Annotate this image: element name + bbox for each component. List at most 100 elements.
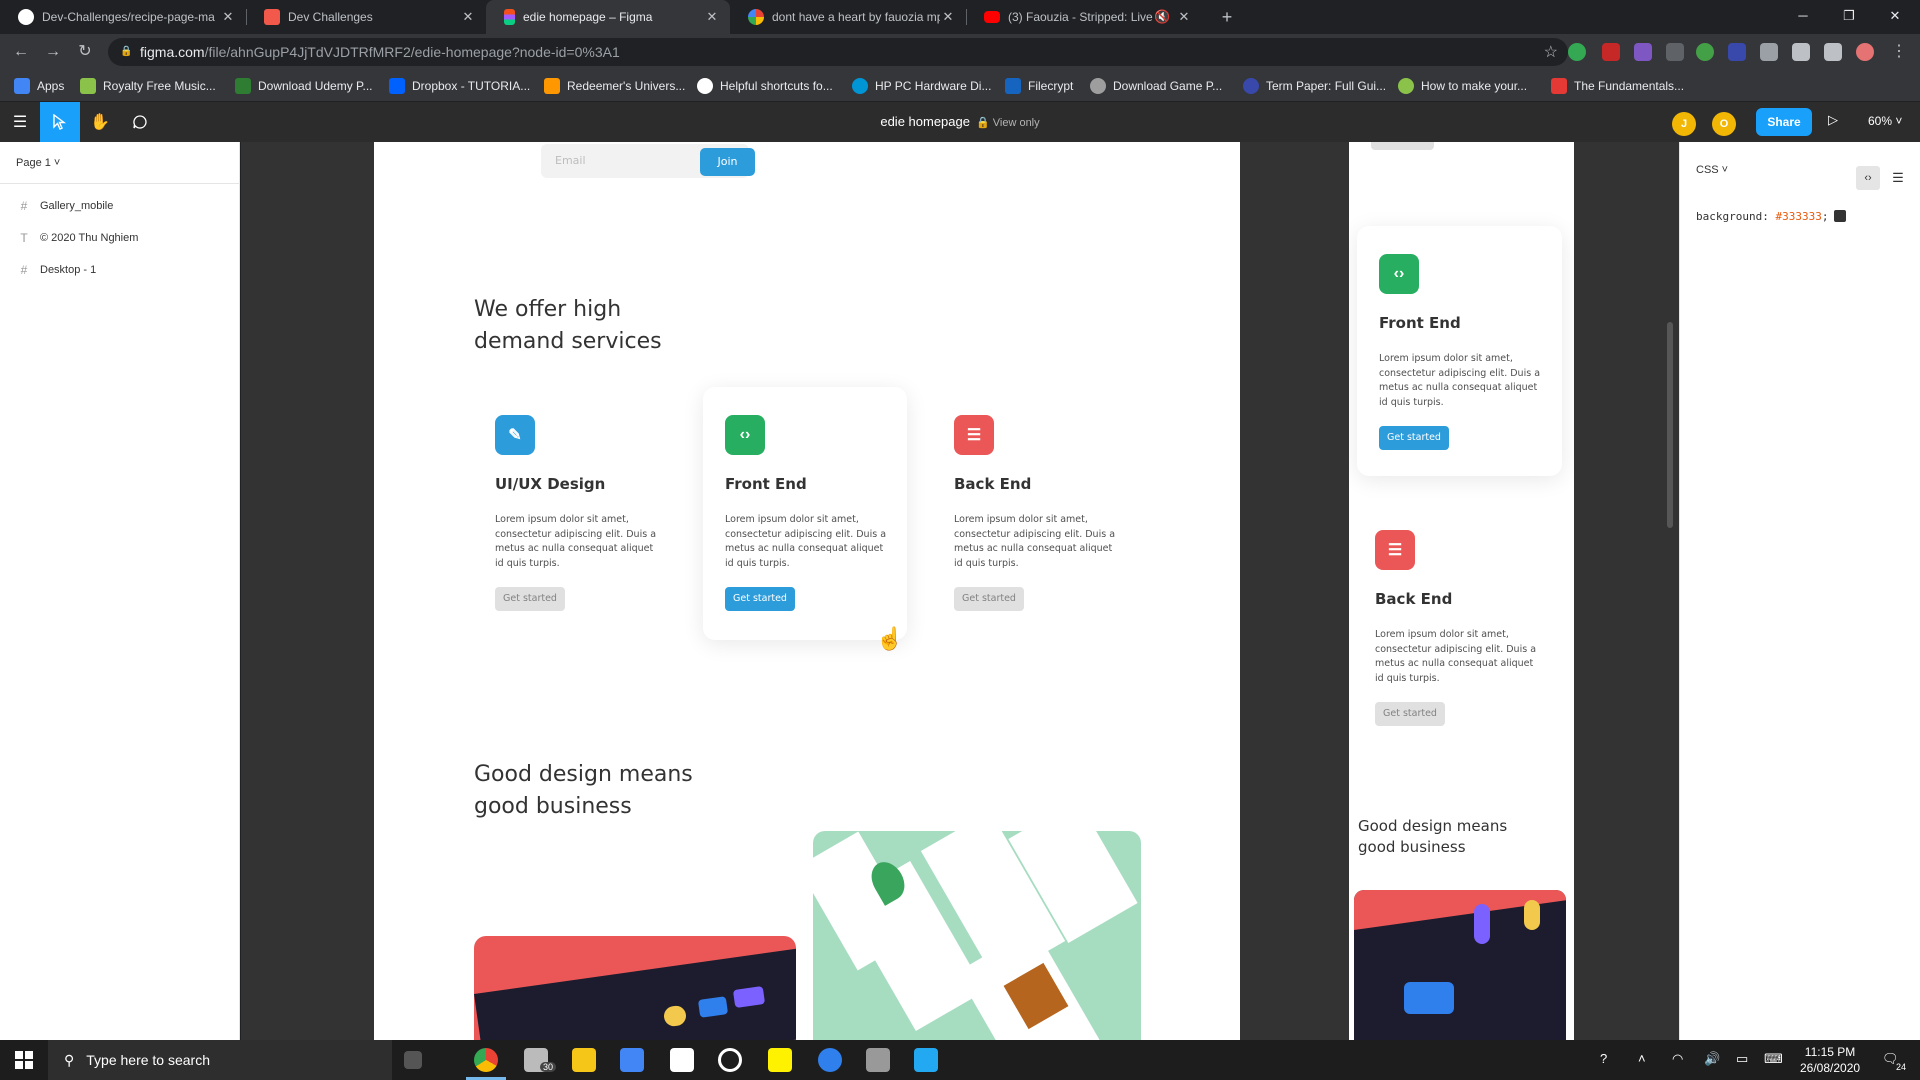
puzzle-icon[interactable] xyxy=(1792,43,1810,61)
avatar[interactable]: J xyxy=(1672,112,1696,136)
vscode-icon[interactable] xyxy=(914,1048,938,1072)
browser-tab-strip: Dev-Challenges/recipe-page-ma ✕ Dev Chal… xyxy=(0,0,1920,34)
file-explorer-icon[interactable] xyxy=(572,1048,596,1072)
mute-icon[interactable]: 🔇 xyxy=(1154,9,1170,25)
avatar[interactable]: O xyxy=(1712,112,1736,136)
network-icon[interactable]: ◠ xyxy=(1672,1051,1683,1067)
css-dropdown[interactable]: CSS ˅ xyxy=(1680,142,1920,184)
taskbar-search[interactable]: ⚲ Type here to search xyxy=(48,1040,392,1080)
extension-icon[interactable] xyxy=(1728,43,1746,61)
get-started-button[interactable]: Get started xyxy=(1371,142,1435,150)
keyboard-icon[interactable]: ⌨ xyxy=(1764,1051,1783,1067)
tab-3[interactable]: dont have a heart by fauozia mp ✕ xyxy=(730,0,966,34)
bookmark-apps[interactable]: Apps xyxy=(14,70,64,102)
get-started-button[interactable]: Get started xyxy=(1375,702,1445,726)
close-icon[interactable]: ✕ xyxy=(220,9,236,25)
close-icon[interactable]: ✕ xyxy=(940,9,956,25)
join-button[interactable]: Join xyxy=(700,148,755,176)
bookmark-item[interactable]: Redeemer's Univers... xyxy=(544,70,685,102)
extension-icon[interactable] xyxy=(1666,43,1684,61)
get-started-button[interactable]: Get started xyxy=(725,587,795,611)
app-icon[interactable] xyxy=(718,1048,742,1072)
share-button[interactable]: Share xyxy=(1756,108,1812,136)
hp-icon xyxy=(852,78,868,94)
bookmark-label: Apps xyxy=(37,79,65,93)
tab-2[interactable]: edie homepage – Figma ✕ xyxy=(486,0,730,34)
close-window-button[interactable]: ✕ xyxy=(1872,0,1918,34)
email-input[interactable]: Email Join xyxy=(541,144,755,178)
chevron-up-icon[interactable]: ˄ xyxy=(1638,1051,1646,1066)
new-tab-button[interactable]: + xyxy=(1216,6,1238,28)
code-view-icon[interactable]: ‹› xyxy=(1856,166,1880,190)
volume-icon[interactable]: 🔊 xyxy=(1704,1051,1720,1067)
extension-icon[interactable] xyxy=(1760,43,1778,61)
reload-button[interactable]: ↻ xyxy=(74,41,96,63)
close-icon[interactable]: ✕ xyxy=(704,9,720,25)
list-view-icon[interactable]: ☰ xyxy=(1890,166,1906,190)
tab-1[interactable]: Dev Challenges ✕ xyxy=(246,0,486,34)
battery-icon[interactable]: ▭ xyxy=(1736,1051,1748,1067)
bookmark-item[interactable]: The Fundamentals... xyxy=(1551,70,1684,102)
extension-icon[interactable] xyxy=(1634,43,1652,61)
present-icon[interactable]: ▷ xyxy=(1828,112,1838,128)
url-host: figma.com xyxy=(140,44,205,60)
get-started-button[interactable]: Get started xyxy=(1379,426,1449,450)
tab-4[interactable]: (3) Faouzia - Stripped: Live In 🔇 ✕ xyxy=(966,0,1202,34)
main-menu-icon[interactable]: ☰ xyxy=(0,102,40,142)
url-path: /file/ahnGupP4JjTdVJDTRfMRF2/edie-homepa… xyxy=(204,44,620,60)
bookmark-item[interactable]: Royalty Free Music... xyxy=(80,70,216,102)
system-clock[interactable]: 11:15 PM 26/08/2020 xyxy=(1800,1044,1860,1076)
back-button[interactable]: ← xyxy=(10,41,32,63)
devchallenges-icon xyxy=(264,9,280,25)
close-icon[interactable]: ✕ xyxy=(1176,9,1192,25)
bookmark-item[interactable]: Term Paper: Full Gui... xyxy=(1243,70,1386,102)
sticky-notes-icon[interactable] xyxy=(768,1048,792,1072)
bookmark-item[interactable]: Filecrypt xyxy=(1005,70,1073,102)
extension-icon[interactable] xyxy=(1602,43,1620,61)
bookmark-item[interactable]: Dropbox - TUTORIA... xyxy=(389,70,530,102)
layer-copyright[interactable]: T © 2020 Thu Nghiem xyxy=(0,222,239,254)
forward-button[interactable]: → xyxy=(42,41,64,63)
profile-avatar[interactable] xyxy=(1856,43,1874,61)
bookmark-item[interactable]: HP PC Hardware Di... xyxy=(852,70,991,102)
comment-tool-icon[interactable] xyxy=(120,102,160,142)
help-tray-icon[interactable]: ? xyxy=(1600,1051,1607,1066)
close-icon[interactable]: ✕ xyxy=(460,9,476,25)
minimize-button[interactable]: ─ xyxy=(1780,0,1826,34)
youtube-icon xyxy=(984,11,1000,23)
globe-icon xyxy=(1090,78,1106,94)
layer-desktop-1[interactable]: # Desktop - 1 xyxy=(0,254,239,286)
media-icon[interactable] xyxy=(1824,43,1842,61)
tab-title: (3) Faouzia - Stripped: Live In xyxy=(1008,10,1154,24)
windows-start-button[interactable] xyxy=(0,1040,48,1080)
bookmark-item[interactable]: Download Udemy P... xyxy=(235,70,373,102)
chrome-icon[interactable] xyxy=(474,1048,498,1072)
tab-0[interactable]: Dev-Challenges/recipe-page-ma ✕ xyxy=(0,0,246,34)
apps-grid-icon xyxy=(14,78,30,94)
bookmark-item[interactable]: Helpful shortcuts fo... xyxy=(697,70,833,102)
get-started-button[interactable]: Get started xyxy=(495,587,565,611)
restore-button[interactable]: ❐ xyxy=(1826,0,1872,34)
bookmark-item[interactable]: How to make your... xyxy=(1398,70,1527,102)
extension-icon[interactable] xyxy=(1568,43,1586,61)
move-tool-icon[interactable] xyxy=(40,102,80,142)
photos-icon[interactable] xyxy=(866,1048,890,1072)
layer-gallery-mobile[interactable]: # Gallery_mobile xyxy=(0,190,239,222)
address-bar[interactable]: 🔒 figma.com/file/ahnGupP4JjTdVJDTRfMRF2/… xyxy=(108,38,1568,66)
firefox-icon[interactable] xyxy=(818,1048,842,1072)
design-canvas[interactable]: Email Join We offer high demand services… xyxy=(241,142,1679,1040)
menu-icon[interactable]: ⋮ xyxy=(1888,41,1910,63)
page-selector[interactable]: Page 1 ˅ xyxy=(0,142,239,184)
store-icon[interactable] xyxy=(620,1048,644,1072)
zoom-dropdown[interactable]: 60% ˅ xyxy=(1868,114,1902,128)
bookmark-label: The Fundamentals... xyxy=(1574,79,1685,93)
extension-icon[interactable] xyxy=(1696,43,1714,61)
dropbox-icon[interactable] xyxy=(670,1048,694,1072)
canvas-scrollbar[interactable] xyxy=(1667,322,1673,528)
get-started-button[interactable]: Get started xyxy=(954,587,1024,611)
hand-tool-icon[interactable]: ✋ xyxy=(80,102,120,142)
bookmark-star-icon[interactable]: ☆ xyxy=(1544,42,1558,62)
color-swatch xyxy=(1834,210,1847,222)
task-view-icon[interactable] xyxy=(404,1051,422,1069)
bookmark-item[interactable]: Download Game P... xyxy=(1090,70,1222,102)
